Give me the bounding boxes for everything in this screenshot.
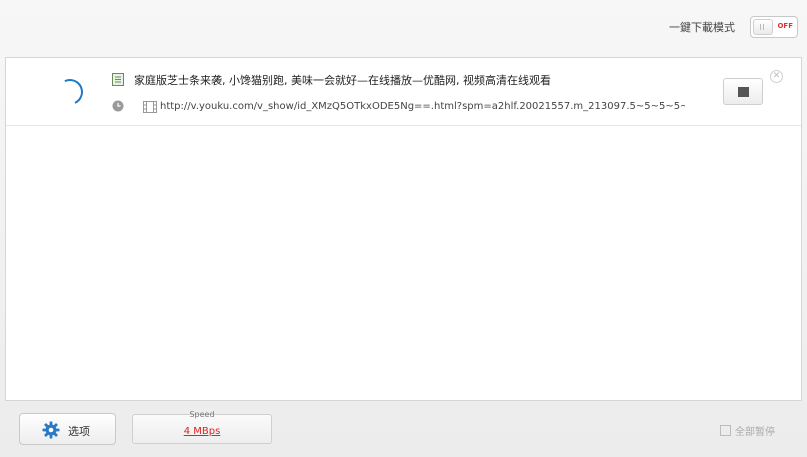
- stop-button[interactable]: [723, 78, 763, 105]
- download-url: http://v.youku.com/v_show/id_XMzQ5OTkxOD…: [160, 101, 685, 112]
- close-icon[interactable]: ✕: [770, 70, 783, 83]
- pause-all-button[interactable]: 全部暂停: [720, 423, 775, 438]
- gear-icon: [42, 421, 60, 439]
- clock-icon: [112, 100, 124, 112]
- download-title: 家庭版芝士条来袭, 小馋猫别跑, 美味一会就好—在线播放—优酷网, 视频高清在线…: [134, 74, 551, 87]
- book-icon: [112, 73, 124, 86]
- film-icon: [143, 101, 157, 113]
- toggle-knob[interactable]: [753, 19, 773, 35]
- download-item[interactable]: 家庭版芝士条来袭, 小馋猫别跑, 美味一会就好—在线播放—优酷网, 视频高清在线…: [6, 58, 801, 126]
- loading-spinner-icon: [53, 75, 87, 109]
- one-click-mode-label: 一鍵下載模式: [669, 21, 735, 34]
- download-list: 家庭版芝士条来袭, 小馋猫别跑, 美味一会就好—在线播放—优酷网, 视频高清在线…: [5, 57, 802, 401]
- speed-indicator: Speed 4 MBps: [132, 410, 272, 444]
- toggle-state-label: OFF: [777, 22, 793, 30]
- pause-all-label: 全部暂停: [735, 427, 775, 438]
- pause-icon: [720, 425, 731, 436]
- speed-value[interactable]: 4 MBps: [133, 426, 271, 437]
- one-click-mode-toggle[interactable]: OFF: [750, 16, 798, 38]
- stop-icon: [738, 87, 749, 97]
- speed-caption: Speed: [189, 410, 215, 419]
- top-bar: 一鍵下載模式 OFF: [0, 0, 807, 56]
- options-button[interactable]: 选项: [19, 413, 116, 445]
- options-label: 选项: [68, 425, 90, 438]
